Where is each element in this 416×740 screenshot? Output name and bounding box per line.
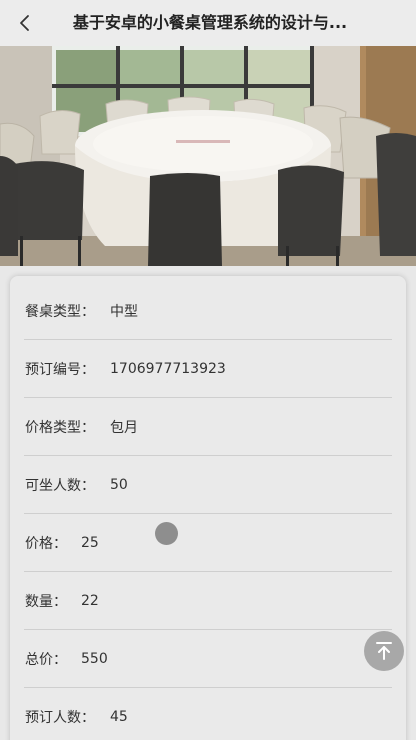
detail-value: 包月: [110, 419, 138, 436]
detail-label: 可坐人数：: [25, 477, 95, 494]
detail-row-table-type: 餐桌类型： 中型: [24, 282, 392, 340]
touch-indicator: [155, 522, 178, 545]
detail-value: 22: [81, 592, 99, 609]
page-title: 基于安卓的小餐桌管理系统的设计与...: [72, 13, 348, 32]
detail-row-booking-number: 预订编号： 1706977713923: [24, 340, 392, 398]
back-button[interactable]: [8, 6, 42, 40]
detail-value: 45: [110, 708, 128, 725]
detail-row-total-price: 总价： 550: [24, 630, 392, 688]
detail-label: 价格：: [25, 535, 67, 552]
detail-row-quantity: 数量： 22: [24, 572, 392, 630]
detail-label: 数量：: [25, 593, 67, 610]
detail-row-guest-count: 预订人数： 45: [24, 688, 392, 740]
detail-label: 总价：: [25, 651, 67, 668]
detail-label: 价格类型：: [25, 419, 95, 436]
detail-value: 50: [110, 476, 128, 493]
detail-row-price: 价格： 25: [24, 514, 392, 572]
detail-value: 1706977713923: [110, 360, 226, 377]
detail-value: 25: [81, 534, 99, 551]
top-bar: 基于安卓的小餐桌管理系统的设计与...: [0, 0, 416, 46]
detail-label: 餐桌类型：: [25, 303, 95, 320]
detail-value: 中型: [110, 303, 138, 320]
arrow-up-to-top-icon: [376, 642, 392, 660]
detail-value: 550: [81, 650, 108, 667]
chevron-left-icon: [20, 15, 29, 31]
detail-row-price-type: 价格类型： 包月: [24, 398, 392, 456]
detail-card: 餐桌类型： 中型 预订编号： 1706977713923 价格类型： 包月 可坐…: [10, 276, 406, 740]
detail-row-capacity: 可坐人数： 50: [24, 456, 392, 514]
back-to-top-button[interactable]: [364, 631, 404, 671]
detail-label: 预订编号：: [25, 361, 95, 378]
detail-label: 预订人数：: [25, 709, 95, 726]
table-photo: [0, 46, 416, 266]
app-screen: 基于安卓的小餐桌管理系统的设计与... 餐桌类型： 中型 预订编号： 17069…: [0, 0, 416, 740]
